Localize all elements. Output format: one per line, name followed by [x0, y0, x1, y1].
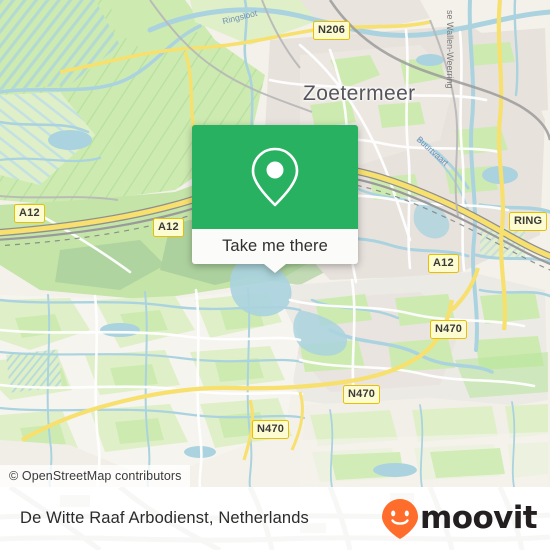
road-shield-a12-east: A12 [428, 254, 459, 273]
map-pin-icon [251, 147, 299, 207]
take-me-there-label: Take me there [222, 237, 328, 255]
road-shield-n470-center: N470 [343, 385, 381, 404]
map-attribution[interactable]: © OpenStreetMap contributors [0, 465, 190, 487]
road-shield-a12-west: A12 [14, 204, 45, 223]
road-shield-n206: N206 [313, 21, 351, 40]
callout-action-area[interactable]: Take me there [192, 229, 358, 273]
road-shield-a12-center: A12 [153, 218, 184, 237]
road-shield-ring: RING [509, 212, 548, 231]
moovit-logo[interactable]: moovit [381, 498, 538, 540]
callout-tail-icon [264, 264, 286, 273]
road-shield-n470-east: N470 [430, 320, 468, 339]
attribution-text: © OpenStreetMap contributors [9, 469, 182, 483]
location-callout-card[interactable]: Take me there [192, 125, 358, 273]
callout-icon-area [192, 125, 358, 229]
moovit-smiley-pin-icon [382, 498, 419, 539]
location-title: De Witte Raaf Arbodienst, Netherlands [20, 509, 309, 527]
road-shield-n470-west: N470 [252, 420, 290, 439]
moovit-wordmark: moovit [420, 500, 538, 536]
footer-bar: De Witte Raaf Arbodienst, Netherlands mo… [0, 487, 550, 550]
map-viewport[interactable]: Zoetermeer Ringsloot Buurtvaart se Walle… [0, 0, 550, 487]
moovit-location-card: Zoetermeer Ringsloot Buurtvaart se Walle… [0, 0, 550, 550]
map-label-zoetermeer: Zoetermeer [303, 82, 416, 105]
map-label-wallen-weerring: se Wallen-Weerring [445, 10, 455, 89]
